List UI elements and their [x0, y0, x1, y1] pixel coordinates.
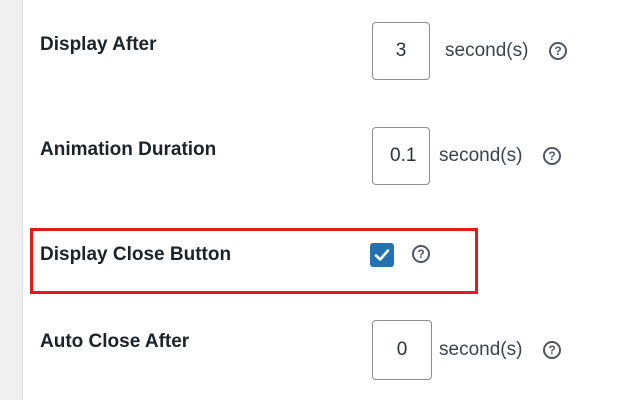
- display-after-input[interactable]: [372, 22, 430, 80]
- display-close-button-checkbox[interactable]: [370, 243, 394, 267]
- display-after-unit: second(s): [445, 40, 529, 61]
- auto-close-after-label: Auto Close After: [40, 331, 190, 352]
- animation-duration-label: Animation Duration: [40, 139, 217, 160]
- left-sidebar-edge: [0, 0, 23, 400]
- animation-duration-input[interactable]: [372, 127, 430, 185]
- animation-duration-help-icon[interactable]: ?: [543, 147, 561, 165]
- auto-close-after-unit: second(s): [439, 339, 523, 360]
- display-close-button-label: Display Close Button: [40, 244, 232, 265]
- checkmark-icon: [374, 249, 390, 261]
- display-close-button-help-icon[interactable]: ?: [412, 245, 430, 263]
- display-after-label: Display After: [40, 34, 157, 55]
- auto-close-after-input[interactable]: [372, 320, 432, 380]
- display-after-help-icon[interactable]: ?: [549, 42, 567, 60]
- animation-duration-unit: second(s): [439, 145, 523, 166]
- settings-panel: Display After second(s) ? Animation Dura…: [0, 0, 643, 400]
- auto-close-after-help-icon[interactable]: ?: [543, 341, 561, 359]
